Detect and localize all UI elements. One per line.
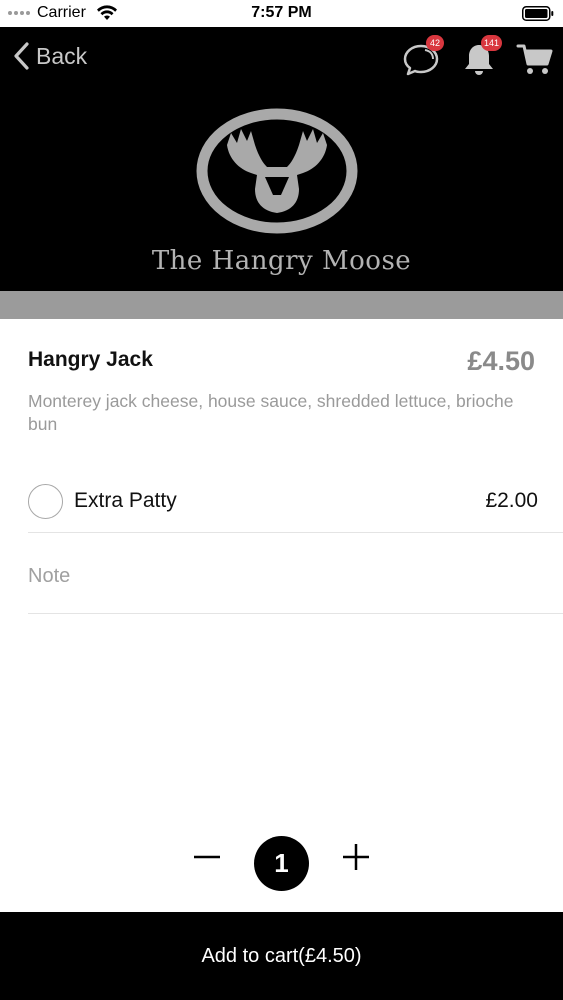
note-input[interactable] xyxy=(28,533,563,614)
item-price: £4.50 xyxy=(467,346,535,376)
header-divider-band xyxy=(0,291,563,319)
option-extra-patty[interactable]: Extra Patty £2.00 xyxy=(28,470,563,533)
decrease-quantity-button[interactable] xyxy=(190,840,224,874)
quantity-value: 1 xyxy=(254,836,309,891)
option-label: Extra Patty xyxy=(74,489,177,512)
restaurant-header: Back 42 141 The Hangry Moose xyxy=(0,27,563,291)
cart-icon xyxy=(516,44,553,74)
option-radio[interactable] xyxy=(28,484,63,519)
back-label: Back xyxy=(36,42,88,69)
status-bar: Carrier 7:57 PM xyxy=(0,0,563,27)
increase-quantity-button[interactable] xyxy=(339,840,373,874)
option-price: £2.00 xyxy=(485,489,538,512)
add-to-cart-button[interactable]: Add to cart(£4.50) xyxy=(0,912,563,1000)
back-button[interactable]: Back xyxy=(12,41,87,71)
chat-badge: 42 xyxy=(426,35,444,51)
chat-button[interactable]: 42 xyxy=(402,35,444,78)
item-description: Monterey jack cheese, house sauce, shred… xyxy=(28,391,514,434)
chevron-left-icon xyxy=(14,42,29,70)
notifications-button[interactable]: 141 xyxy=(460,35,502,78)
restaurant-name: The Hangry Moose xyxy=(151,246,412,276)
notification-badge: 141 xyxy=(480,35,502,51)
cart-button[interactable] xyxy=(516,40,554,78)
item-name: Hangry Jack xyxy=(28,348,153,371)
status-time: 7:57 PM xyxy=(251,4,312,21)
battery-icon xyxy=(522,6,554,21)
